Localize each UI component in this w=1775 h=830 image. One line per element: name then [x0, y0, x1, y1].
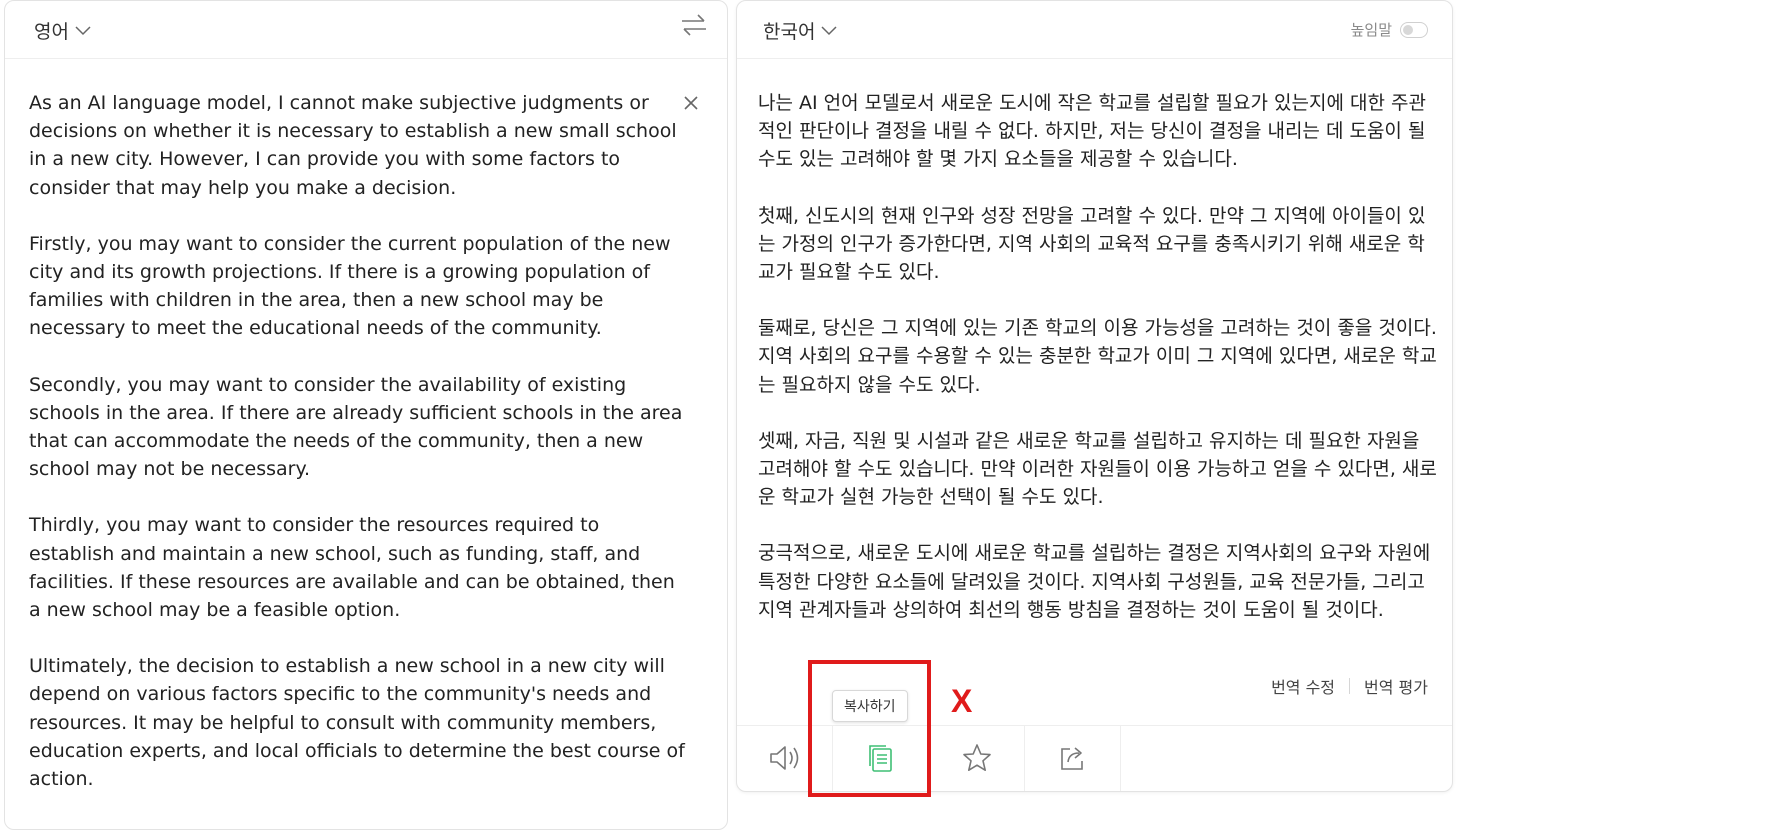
source-text[interactable]: As an AI language model, I cannot make s…: [29, 89, 689, 821]
annotation-x-mark: X: [951, 683, 973, 719]
translated-paragraph: 둘째로, 당신은 그 지역에 있는 기존 학교의 이용 가능성을 고려하는 것이…: [758, 317, 1437, 396]
swap-languages-button[interactable]: [681, 14, 707, 40]
close-icon: [683, 96, 699, 115]
source-paragraph: As an AI language model, I cannot make s…: [29, 92, 677, 199]
translated-paragraph: 첫째, 신도시의 현재 인구와 성장 전망을 고려할 수 있다. 만약 그 지역…: [758, 204, 1426, 284]
source-language-label: 영어: [34, 21, 69, 43]
source-paragraph: Ultimately, the decision to establish a …: [29, 655, 685, 791]
honorific-control: 높임말: [1351, 19, 1428, 40]
share-button[interactable]: [1025, 726, 1121, 791]
target-language-select[interactable]: 한국어: [763, 17, 837, 44]
translation-feedback-links: 번역 수정 번역 평가: [1271, 674, 1428, 698]
star-icon: [962, 743, 992, 777]
share-icon: [1059, 745, 1087, 775]
translated-paragraph: 나는 AI 언어 모델로서 새로운 도시에 작은 학교를 설립할 필요가 있는지…: [758, 92, 1426, 171]
rate-translation-link[interactable]: 번역 평가: [1364, 674, 1428, 698]
source-header: 영어: [5, 1, 727, 59]
source-paragraph: Secondly, you may want to consider the a…: [29, 373, 683, 481]
translated-paragraph: 궁극적으로, 새로운 도시에 새로운 학교를 설립하는 결정은 지역사회의 요구…: [758, 542, 1431, 621]
speaker-icon: [768, 744, 802, 776]
honorific-toggle[interactable]: [1400, 21, 1428, 38]
chevron-down-icon: [75, 25, 91, 36]
divider: [1349, 678, 1351, 694]
swap-arrows-icon: [681, 14, 707, 40]
annotation-highlight-box: [808, 660, 931, 797]
favorite-button[interactable]: [929, 726, 1025, 791]
source-paragraph: Firstly, you may want to consider the cu…: [29, 232, 671, 340]
toggle-knob: [1403, 24, 1413, 35]
source-panel: 영어 As an AI language model, I cannot mak…: [4, 0, 728, 830]
translated-paragraph: 셋째, 자금, 직원 및 시설과 같은 새로운 학교를 설립하고 유지하는 데 …: [758, 429, 1437, 509]
target-header: 한국어 높임말: [737, 1, 1452, 59]
source-language-select[interactable]: 영어: [34, 17, 91, 44]
source-paragraph: Thirdly, you may want to consider the re…: [29, 514, 675, 622]
chevron-down-icon: [821, 25, 837, 36]
target-language-label: 한국어: [763, 21, 816, 43]
edit-translation-link[interactable]: 번역 수정: [1271, 674, 1335, 698]
honorific-label: 높임말: [1350, 21, 1392, 39]
translated-text: 나는 AI 언어 모델로서 새로운 도시에 작은 학교를 설립할 필요가 있는지…: [758, 89, 1438, 652]
clear-text-button[interactable]: [683, 95, 699, 115]
